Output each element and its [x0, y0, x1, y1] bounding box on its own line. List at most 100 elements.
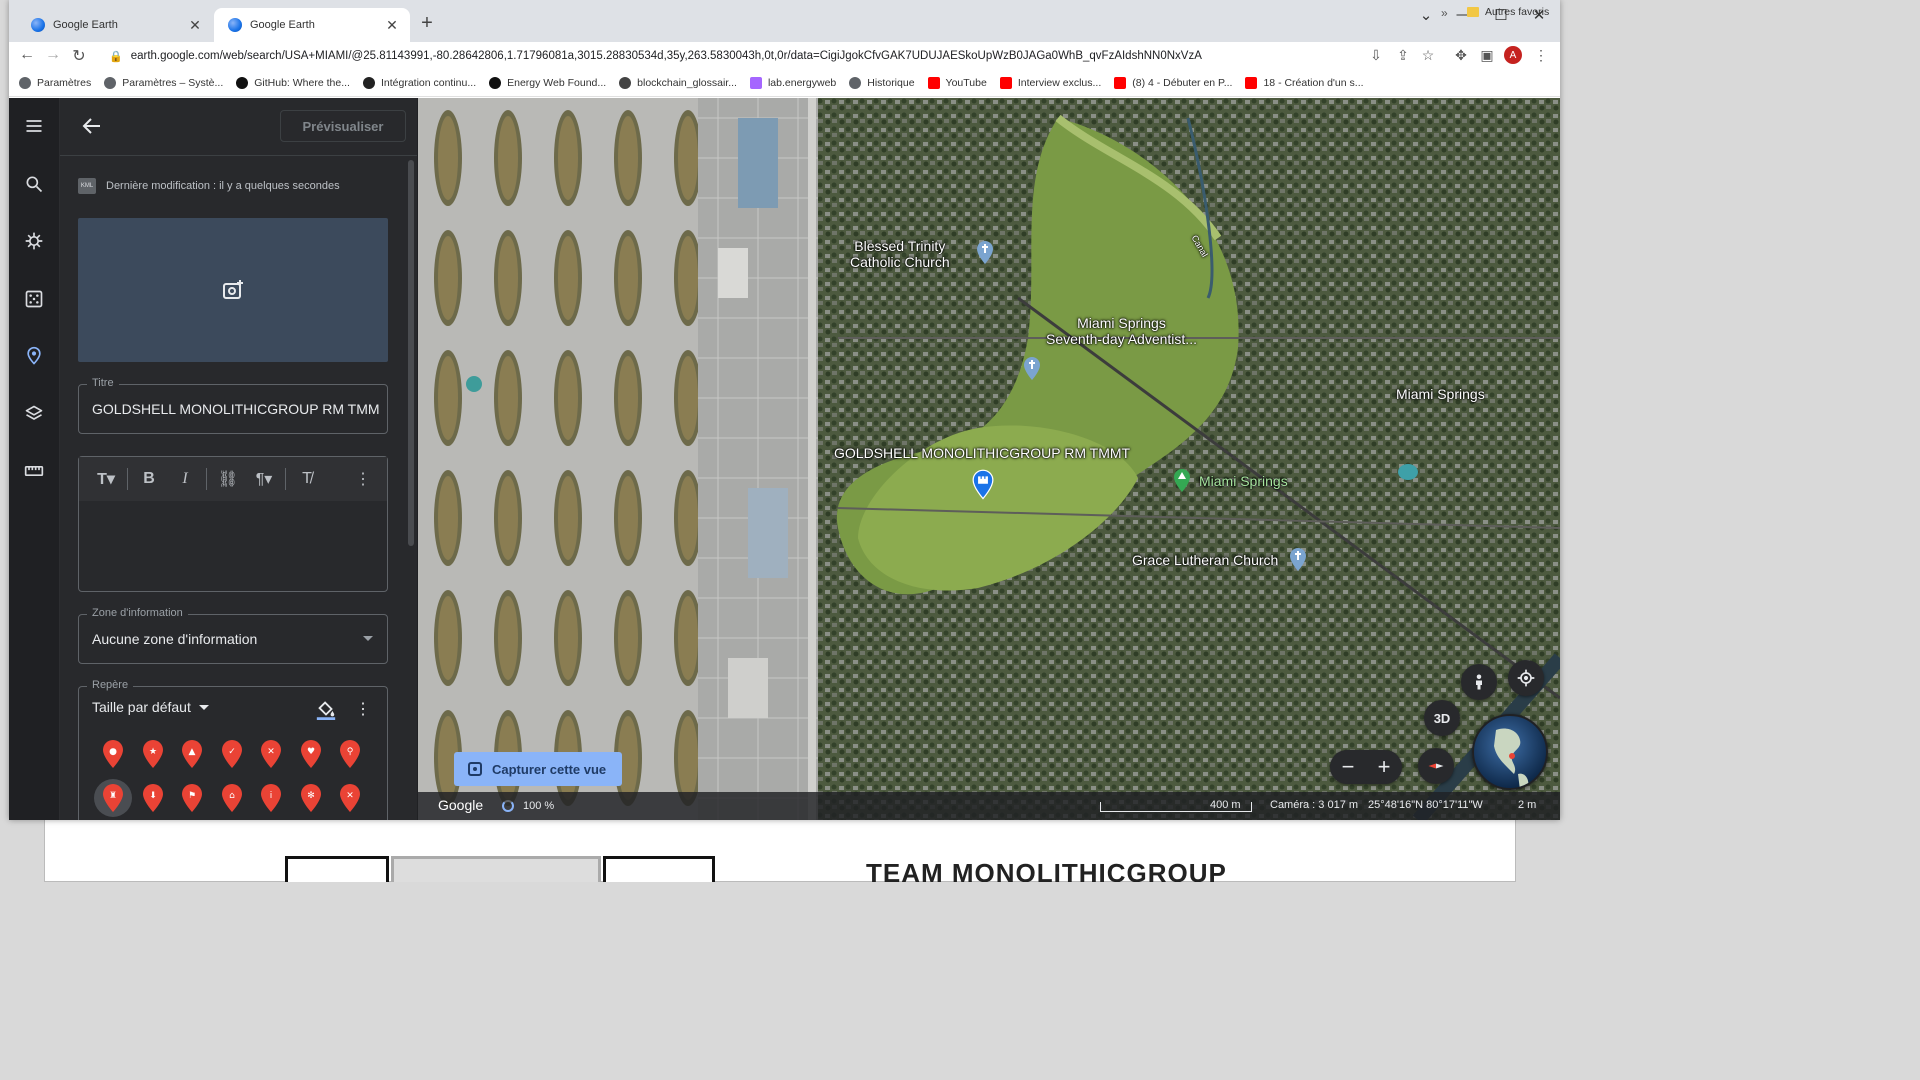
- bookmark-item[interactable]: Intégration continu...: [362, 77, 476, 89]
- placemark-label-goldshell[interactable]: GOLDSHELL MONOLITHICGROUP RM TMMT: [834, 445, 1130, 461]
- bookmark-item[interactable]: lab.energyweb: [749, 77, 836, 89]
- preview-button[interactable]: Prévisualiser: [280, 110, 406, 142]
- heart-pin-icon[interactable]: ♥: [299, 739, 323, 769]
- tab-search-icon[interactable]: ⌄: [1414, 6, 1438, 24]
- address-bar[interactable]: 🔒 earth.google.com/web/search/USA+MIAMI/…: [101, 43, 1373, 69]
- info-pin-icon[interactable]: i: [259, 783, 283, 813]
- park-pin-icon[interactable]: [1172, 468, 1192, 494]
- loading-indicator-icon: [502, 800, 514, 812]
- other-bookmarks-folder[interactable]: Autres favoris: [1467, 6, 1549, 18]
- zoom-out-button[interactable]: −: [1342, 754, 1355, 780]
- bold-icon[interactable]: B: [134, 464, 164, 494]
- add-image-area[interactable]: [78, 218, 388, 362]
- more-options-icon[interactable]: ⋮: [348, 464, 378, 494]
- side-panel-icon[interactable]: ▣: [1478, 47, 1496, 64]
- menu-icon[interactable]: [22, 114, 46, 138]
- poi-label-lutheran[interactable]: Grace Lutheran Church: [1132, 552, 1278, 568]
- bookmark-item[interactable]: Paramètres: [19, 77, 91, 89]
- back-icon[interactable]: ←: [17, 46, 37, 64]
- back-arrow-icon[interactable]: [80, 114, 104, 138]
- castle-placemark-icon[interactable]: [970, 469, 996, 501]
- star-pin-icon[interactable]: ★: [141, 739, 165, 769]
- restaurant-pin-icon[interactable]: ✕: [259, 739, 283, 769]
- install-app-icon[interactable]: ⇩: [1367, 47, 1385, 64]
- panel-scrollbar[interactable]: [408, 160, 414, 546]
- compass-icon[interactable]: [1418, 748, 1454, 784]
- pegman-icon[interactable]: [1461, 664, 1497, 700]
- voyager-icon[interactable]: [22, 229, 46, 253]
- warning-pin-icon[interactable]: ▲: [180, 739, 204, 769]
- hiking-pin-icon[interactable]: ⚲: [338, 739, 362, 769]
- bookmark-item[interactable]: Paramètres – Systè...: [104, 77, 223, 89]
- forward-icon[interactable]: →: [43, 46, 63, 64]
- bookmark-item[interactable]: 18 - Création d'un s...: [1245, 77, 1364, 89]
- capture-view-button[interactable]: Capturer cette vue: [454, 752, 622, 786]
- city-label-miami-springs[interactable]: Miami Springs: [1396, 386, 1485, 402]
- panel-header: Prévisualiser: [60, 98, 417, 156]
- check-pin-icon[interactable]: ✓: [220, 739, 244, 769]
- feeling-lucky-icon[interactable]: [22, 287, 46, 311]
- measure-icon[interactable]: [22, 459, 46, 483]
- description-editor[interactable]: T▾ B I ⛓ ¶▾ T̸ ⋮: [78, 456, 388, 592]
- more-bookmarks-button[interactable]: »: [1441, 6, 1448, 20]
- bookmark-star-icon[interactable]: ☆: [1419, 47, 1437, 64]
- poi-label-adventist[interactable]: Miami Springs Seventh-day Adventist...: [1046, 315, 1197, 347]
- paint-bucket-icon[interactable]: [315, 697, 337, 721]
- tab-google-earth-1[interactable]: Google Earth ✕: [17, 8, 213, 42]
- background-frame: [603, 856, 715, 882]
- svg-text:▲: ▲: [189, 747, 196, 757]
- home-pin-icon[interactable]: ⌂: [220, 783, 244, 813]
- info-zone-select[interactable]: Zone d'information Aucune zone d'informa…: [78, 607, 388, 664]
- snowflake-pin-icon[interactable]: ✻: [299, 783, 323, 813]
- download-pin-icon[interactable]: ⬇: [141, 783, 165, 813]
- my-location-icon[interactable]: [1508, 660, 1544, 696]
- reload-icon[interactable]: ↻: [69, 46, 89, 66]
- title-input[interactable]: GOLDSHELL MONOLITHICGROUP RM TMM: [92, 401, 380, 417]
- bookmark-item[interactable]: Interview exclus...: [999, 77, 1101, 89]
- svg-text:✕: ✕: [346, 791, 354, 801]
- zoom-in-button[interactable]: +: [1378, 754, 1391, 780]
- close-tab-icon[interactable]: ✕: [384, 17, 400, 34]
- google-logo: Google: [438, 797, 484, 813]
- pin-icon[interactable]: ●: [101, 739, 125, 769]
- toggle-3d-button[interactable]: 3D: [1424, 700, 1460, 736]
- poi-label-church[interactable]: Blessed Trinity Catholic Church: [850, 238, 950, 270]
- castle-pin-icon[interactable]: ♜: [101, 783, 125, 813]
- tab-title: Google Earth: [53, 19, 118, 31]
- extensions-icon[interactable]: ✥: [1452, 47, 1470, 64]
- bookmark-item[interactable]: (8) 4 - Débuter en P...: [1114, 77, 1232, 89]
- flag-pin-icon[interactable]: ⚑: [180, 783, 204, 813]
- marker-size-select[interactable]: Taille par défaut: [92, 699, 209, 715]
- tab-google-earth-2[interactable]: Google Earth ✕: [214, 8, 410, 42]
- marker-more-icon[interactable]: ⋮: [355, 699, 371, 719]
- browser-menu-icon[interactable]: ⋮: [1532, 47, 1550, 64]
- map-style-icon[interactable]: [22, 402, 46, 426]
- globe-minimap[interactable]: [1472, 714, 1548, 790]
- clear-format-icon[interactable]: T̸: [292, 464, 322, 494]
- italic-icon[interactable]: I: [170, 464, 200, 494]
- church-pin-icon[interactable]: [1288, 547, 1308, 573]
- bookmark-item[interactable]: Historique: [849, 77, 915, 89]
- link-icon[interactable]: ⛓: [213, 464, 243, 494]
- park-label-miami-springs[interactable]: Miami Springs: [1199, 473, 1288, 489]
- new-tab-button[interactable]: +: [417, 12, 437, 35]
- projects-icon[interactable]: [22, 344, 46, 368]
- coordinates[interactable]: 25°48'16"N 80°17'11"W: [1368, 799, 1483, 811]
- bookmark-item[interactable]: YouTube: [927, 77, 987, 89]
- close-pin-icon[interactable]: ✕: [338, 783, 362, 813]
- satellite-map[interactable]: Blessed Trinity Catholic Church Miami Spr…: [418, 98, 1560, 820]
- profile-avatar[interactable]: A: [1504, 46, 1522, 64]
- paragraph-icon[interactable]: ¶▾: [249, 464, 279, 494]
- bookmark-item[interactable]: GitHub: Where the...: [236, 77, 350, 89]
- search-icon[interactable]: [22, 172, 46, 196]
- church-pin-icon[interactable]: [1022, 356, 1042, 382]
- background-frame: [391, 856, 601, 882]
- share-icon[interactable]: ⇪: [1394, 47, 1412, 64]
- text-size-icon[interactable]: T▾: [91, 464, 121, 494]
- title-field[interactable]: Titre GOLDSHELL MONOLITHICGROUP RM TMM: [78, 377, 388, 434]
- bookmark-item[interactable]: blockchain_glossair...: [619, 77, 737, 89]
- close-tab-icon[interactable]: ✕: [187, 17, 203, 34]
- church-pin-icon[interactable]: [975, 240, 995, 266]
- bookmark-item[interactable]: Energy Web Found...: [489, 77, 606, 89]
- google-earth-favicon-icon: [31, 18, 45, 32]
